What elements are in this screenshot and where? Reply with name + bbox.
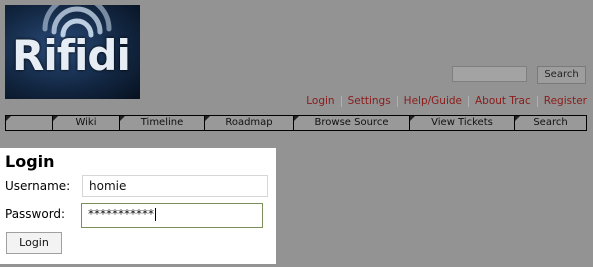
username-field[interactable]: homie: [82, 175, 268, 197]
password-value: ***********: [88, 207, 154, 221]
password-field[interactable]: ***********: [81, 203, 263, 228]
tab-corner-icon: [515, 116, 520, 121]
tab-search[interactable]: Search: [514, 116, 586, 130]
rifidi-logo[interactable]: Rifidi: [5, 5, 140, 99]
tab-browse-source[interactable]: Browse Source: [293, 116, 409, 130]
search-input[interactable]: [452, 66, 527, 82]
login-button[interactable]: Login: [6, 232, 62, 254]
tab-corner-icon: [294, 116, 299, 121]
search-button[interactable]: Search: [537, 66, 586, 84]
logo-text: Rifidi: [12, 31, 131, 80]
tab-corner-icon: [205, 116, 210, 121]
about-trac-link[interactable]: About Trac: [469, 95, 537, 107]
password-label: Password:: [5, 207, 66, 221]
tab-roadmap[interactable]: Roadmap: [204, 116, 293, 130]
tab-corner-icon: [53, 116, 58, 121]
username-label: Username:: [5, 179, 71, 193]
tab-wiki[interactable]: Wiki: [52, 116, 119, 130]
help-guide-link[interactable]: Help/Guide: [398, 95, 468, 107]
settings-link[interactable]: Settings: [342, 95, 397, 107]
tab-blank[interactable]: [6, 116, 52, 130]
login-form: Login Username: homie Password: ********…: [0, 148, 276, 264]
login-link[interactable]: Login: [300, 95, 340, 107]
tab-corner-icon: [410, 116, 415, 121]
tab-timeline[interactable]: Timeline: [119, 116, 204, 130]
main-nav: Wiki Timeline Roadmap Browse Source View…: [5, 115, 587, 131]
tab-corner-icon: [120, 116, 125, 121]
tab-view-tickets[interactable]: View Tickets: [409, 116, 514, 130]
meta-nav: Login Settings Help/Guide About Trac Reg…: [300, 95, 587, 107]
page-title: Login: [5, 152, 55, 171]
text-caret: [155, 208, 156, 221]
register-link[interactable]: Register: [538, 95, 587, 107]
tab-corner-icon: [6, 116, 11, 121]
username-value: homie: [89, 179, 127, 193]
